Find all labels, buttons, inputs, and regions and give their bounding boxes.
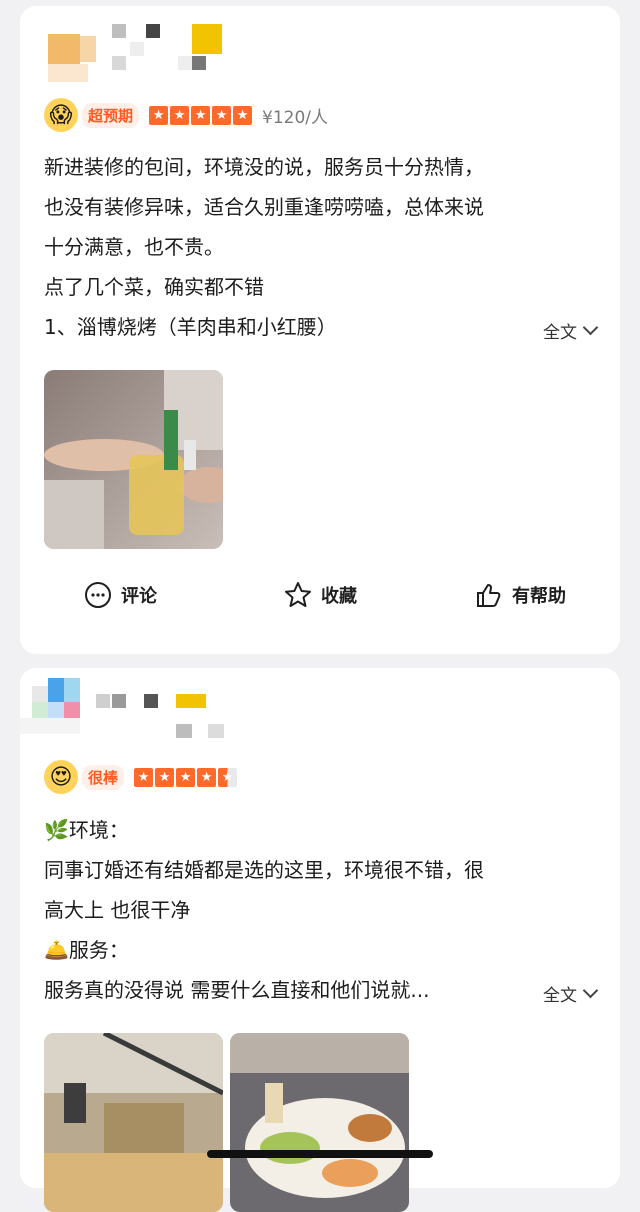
- star-icon: ★: [176, 767, 196, 787]
- star-icon: ★: [233, 105, 253, 125]
- full-text-button[interactable]: 全文: [543, 318, 599, 343]
- star-icon: ★: [191, 105, 211, 125]
- review-line: 高大上 也很干净: [44, 898, 191, 922]
- star-icon: ★: [149, 105, 169, 125]
- rating-row: 😍 很棒 ★ ★ ★ ★ ★: [44, 760, 247, 794]
- thumbs-up-icon: [477, 584, 501, 607]
- star-rating: ★ ★ ★ ★ ★: [149, 105, 253, 125]
- favorite-label: 收藏: [321, 586, 357, 607]
- rating-level: 超预期: [82, 102, 140, 128]
- price-per-person: ¥120/人: [262, 107, 329, 128]
- review-card-2[interactable]: 😍 很棒 ★ ★ ★ ★ ★ 🌿环境： 同事订婚还有结婚都是选的这里，环境很不错…: [20, 668, 620, 1212]
- review-line: 🌿环境：: [44, 818, 129, 842]
- heart-eyes-icon: 😍: [44, 760, 78, 794]
- comment-label: 评论: [121, 586, 157, 607]
- review-text[interactable]: 🌿环境： 同事订婚还有结婚都是选的这里，环境很不错，很 高大上 也很干净 🛎️服…: [44, 810, 599, 1010]
- star-icon: ★: [170, 105, 190, 125]
- chevron-down-icon: [582, 982, 599, 999]
- review-line: 新进装修的包间，环境没的说，服务员十分热情，: [44, 155, 484, 179]
- star-icon: ★: [197, 767, 217, 787]
- review-photo[interactable]: [230, 1033, 409, 1212]
- favorite-button[interactable]: 收藏: [220, 580, 420, 610]
- helpful-button[interactable]: 有帮助: [420, 580, 620, 610]
- full-text-label: 全文: [543, 986, 577, 1006]
- star-rating: ★ ★ ★ ★ ★: [134, 767, 238, 787]
- star-outline-icon: [285, 582, 311, 607]
- shocked-face-icon: 😱: [44, 98, 78, 132]
- review-photo[interactable]: [44, 1033, 223, 1212]
- half-star-icon: ★: [218, 767, 238, 787]
- review-card-1[interactable]: 😱 超预期 ★ ★ ★ ★ ★ ¥120/人 新进装修的包间，环境没的说，服务员…: [20, 6, 620, 654]
- chevron-down-icon: [582, 319, 599, 336]
- review-line: 十分满意，也不贵。: [44, 235, 224, 259]
- action-bar: 评论 收藏 有帮助: [20, 580, 620, 610]
- star-icon: ★: [155, 767, 175, 787]
- review-line: 1、淄博烧烤（羊肉串和小红腰）: [44, 315, 337, 339]
- star-icon: ★: [134, 767, 154, 787]
- full-text-button[interactable]: 全文: [543, 981, 599, 1006]
- review-line: 服务真的没得说 需要什么直接和他们说就...: [44, 978, 430, 1002]
- comment-icon: [85, 582, 111, 608]
- review-line: 🛎️服务：: [44, 938, 129, 962]
- helpful-label: 有帮助: [512, 586, 566, 607]
- full-text-label: 全文: [543, 323, 577, 343]
- rating-level: 很棒: [82, 764, 125, 790]
- home-indicator[interactable]: [207, 1150, 433, 1158]
- rating-row: 😱 超预期 ★ ★ ★ ★ ★ ¥120/人: [44, 98, 328, 132]
- review-line: 同事订婚还有结婚都是选的这里，环境很不错，很: [44, 858, 484, 882]
- review-photo[interactable]: [44, 370, 223, 549]
- review-text[interactable]: 新进装修的包间，环境没的说，服务员十分热情， 也没有装修异味，适合久别重逢唠唠嗑…: [44, 147, 599, 347]
- star-icon: ★: [212, 105, 232, 125]
- comment-button[interactable]: 评论: [20, 580, 220, 610]
- review-line: 点了几个菜，确实都不错: [44, 275, 264, 299]
- review-line: 也没有装修异味，适合久别重逢唠唠嗑，总体来说: [44, 195, 484, 219]
